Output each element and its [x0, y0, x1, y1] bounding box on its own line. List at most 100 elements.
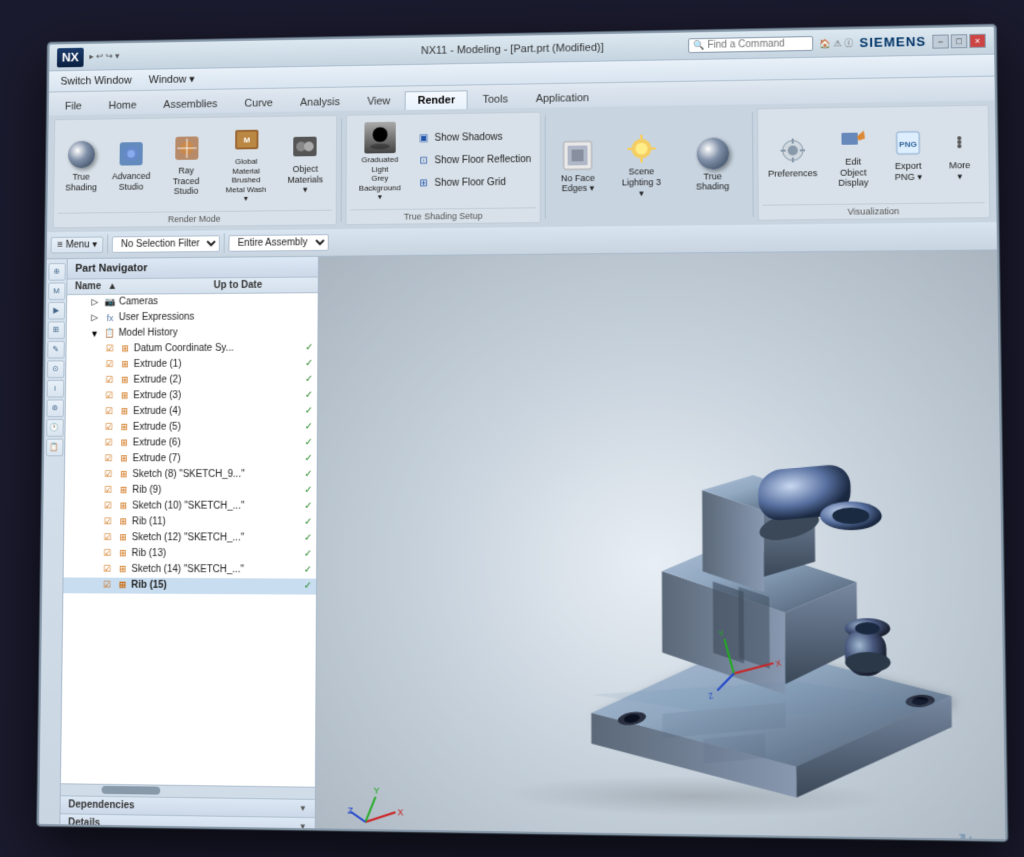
sidebar-icon-6[interactable]: ⊙: [47, 360, 64, 378]
datum-uptodate: ✓: [305, 342, 313, 353]
sketch8-check-icon: ☑: [101, 468, 115, 482]
close-button[interactable]: ×: [969, 33, 986, 47]
pn-item-extrude-4[interactable]: ☑ ⊞ Extrude (4) ✓: [66, 403, 317, 419]
pn-item-datum[interactable]: ☑ ⊞ Datum Coordinate Sy... ✓: [66, 340, 317, 357]
details-label: Details: [68, 817, 100, 829]
sidebar-icon-9[interactable]: 🕐: [46, 419, 63, 437]
viewport-3d[interactable]: X Y Z X Y Z ↻: [315, 250, 1006, 841]
sort-arrow-icon[interactable]: ▲: [108, 281, 118, 292]
pn-item-extrude-2[interactable]: ☑ ⊞ Extrude (2) ✓: [66, 371, 317, 388]
extrude1-label: Extrude (1): [134, 358, 304, 370]
pn-item-extrude-1[interactable]: ☑ ⊞ Extrude (1) ✓: [66, 356, 317, 373]
tab-file[interactable]: File: [52, 96, 94, 115]
dependencies-header[interactable]: Dependencies ▼: [61, 796, 315, 817]
pn-scrollbar-thumb[interactable]: [102, 786, 161, 795]
svg-text:Z: Z: [348, 805, 354, 815]
tab-analysis[interactable]: Analysis: [287, 92, 352, 112]
search-bar[interactable]: 🔍: [688, 36, 813, 53]
menu-window[interactable]: Window ▾: [141, 70, 202, 87]
sidebar-icon-10[interactable]: 📋: [45, 438, 63, 456]
rib11-label: Rib (11): [132, 516, 302, 527]
tab-curve[interactable]: Curve: [232, 93, 286, 112]
datum-type-icon: ⊞: [118, 342, 132, 356]
sidebar-icon-1[interactable]: ⊕: [48, 263, 65, 281]
pn-col-uptodate: Up to Date: [214, 279, 263, 290]
search-input[interactable]: [707, 38, 808, 51]
model-history-label: Model History: [119, 327, 314, 339]
scene-lighting-button[interactable]: SceneLighting 3 ▾: [612, 109, 671, 222]
tab-application[interactable]: Application: [523, 88, 602, 108]
edit-object-display-button[interactable]: Edit ObjectDisplay: [825, 117, 882, 194]
pn-item-user-expressions[interactable]: ▷ fx User Expressions: [67, 308, 318, 325]
extrude5-uptodate: ✓: [305, 421, 313, 432]
pn-item-extrude-3[interactable]: ☑ ⊞ Extrude (3) ✓: [66, 387, 317, 404]
pn-item-sketch-10[interactable]: ☑ ⊞ Sketch (10) "SKETCH_..." ✓: [64, 498, 316, 514]
bottom-panels: Dependencies ▼ Details ▼ Preview ▼: [60, 795, 315, 841]
extrude2-check-icon: ☑: [103, 373, 117, 387]
sidebar-icon-4[interactable]: ⊞: [47, 321, 64, 339]
true-shading-mode-button[interactable]: True Shading: [681, 108, 745, 221]
tab-home[interactable]: Home: [96, 95, 149, 114]
pn-item-model-history[interactable]: ▼ 📋 Model History: [67, 324, 318, 341]
pn-item-extrude-7[interactable]: ☑ ⊞ Extrude (7) ✓: [65, 451, 317, 467]
no-face-edges-button[interactable]: No FaceEdges ▾: [554, 110, 602, 222]
menu-switch-window[interactable]: Switch Window: [53, 72, 139, 89]
ribbon-group-visualization: Preferences Edit ObjectDisplay: [757, 104, 990, 220]
extrude2-type-icon: ⊞: [118, 373, 132, 387]
assembly-scope-dropdown[interactable]: Entire Assembly: [229, 234, 329, 252]
extrude6-uptodate: ✓: [305, 437, 313, 448]
pn-item-extrude-6[interactable]: ☑ ⊞ Extrude (6) ✓: [65, 435, 317, 451]
ribbon-content: TrueShading AdvancedStudio: [47, 100, 996, 232]
preferences-button[interactable]: Preferences: [762, 128, 823, 183]
graduated-light-button[interactable]: Graduated LightGrey Background ▾: [351, 116, 409, 207]
tab-view[interactable]: View: [354, 91, 403, 110]
ray-traced-studio-button[interactable]: Ray TracedStudio: [158, 127, 215, 202]
sketch8-label: Sketch (8) "SKETCH_9...": [132, 469, 302, 480]
show-floor-reflection-button[interactable]: ⊡ Show Floor Reflection: [411, 149, 536, 172]
pn-item-sketch-14[interactable]: ☑ ⊞ Sketch (14) "SKETCH_..." ✓: [64, 561, 317, 578]
axes-indicator: X Y Z: [345, 781, 405, 841]
global-material-button[interactable]: M Global MaterialBrushed Metal Wash ▾: [216, 118, 277, 208]
toolbar-sep1: [107, 234, 108, 253]
maximize-button[interactable]: □: [951, 33, 968, 47]
minimize-button[interactable]: −: [932, 33, 949, 47]
preview-header[interactable]: Preview ▼: [60, 832, 315, 841]
extrude4-check-icon: ☑: [102, 405, 116, 419]
pn-item-sketch-12[interactable]: ☑ ⊞ Sketch (12) "SKETCH_..." ✓: [64, 530, 316, 547]
pn-item-rib-9[interactable]: ☑ ⊞ Rib (9) ✓: [65, 482, 317, 498]
details-header[interactable]: Details ▼: [60, 814, 314, 835]
selection-filter-dropdown[interactable]: No Selection Filter: [112, 235, 220, 253]
part-navigator: Part Navigator Name ▲ Up to Date ▷ 📷 Cam…: [60, 256, 319, 841]
extrude6-label: Extrude (6): [133, 437, 303, 448]
pn-item-rib-11[interactable]: ☑ ⊞ Rib (11) ✓: [64, 514, 316, 530]
show-floor-grid-icon: ⊞: [416, 176, 432, 192]
pn-item-rib-13[interactable]: ☑ ⊞ Rib (13) ✓: [64, 545, 316, 562]
show-shadows-button[interactable]: ▣ Show Shadows: [411, 126, 536, 149]
sidebar-icon-3[interactable]: ▶: [47, 301, 64, 319]
sidebar-icon-8[interactable]: ⊛: [46, 399, 63, 417]
advanced-studio-button[interactable]: AdvancedStudio: [106, 133, 157, 197]
rib11-check-icon: ☑: [101, 515, 115, 529]
tab-render[interactable]: Render: [405, 90, 468, 110]
sketch14-check-icon: ☑: [100, 562, 114, 576]
show-floor-grid-button[interactable]: ⊞ Show Floor Grid: [411, 171, 536, 194]
sketch12-check-icon: ☑: [101, 531, 115, 545]
pn-item-extrude-5[interactable]: ☑ ⊞ Extrude (5) ✓: [65, 419, 317, 435]
tab-tools[interactable]: Tools: [470, 89, 521, 108]
tab-assemblies[interactable]: Assemblies: [151, 94, 230, 114]
menu-label: Menu ▾: [66, 239, 98, 250]
sidebar-icon-5[interactable]: ✎: [47, 340, 64, 358]
extrude5-check-icon: ☑: [102, 420, 116, 434]
pn-item-cameras[interactable]: ▷ 📷 Cameras: [67, 293, 318, 311]
rib11-type-icon: ⊞: [116, 515, 130, 529]
viz-content: Preferences Edit ObjectDisplay: [762, 107, 985, 202]
more-button[interactable]: More▾: [934, 120, 984, 186]
sidebar-icon-7[interactable]: i: [46, 379, 63, 397]
pn-item-rib-15[interactable]: ☑ ⊞ Rib (15) ✓: [63, 577, 316, 594]
sidebar-icon-2[interactable]: M: [48, 282, 65, 300]
export-png-button[interactable]: PNG ExportPNG ▾: [883, 121, 933, 187]
menu-button[interactable]: ≡ Menu ▾: [51, 236, 104, 253]
true-shading-button[interactable]: TrueShading: [58, 134, 105, 198]
pn-item-sketch-8[interactable]: ☑ ⊞ Sketch (8) "SKETCH_9..." ✓: [65, 467, 317, 483]
object-materials-button[interactable]: ObjectMaterials ▾: [278, 125, 333, 200]
